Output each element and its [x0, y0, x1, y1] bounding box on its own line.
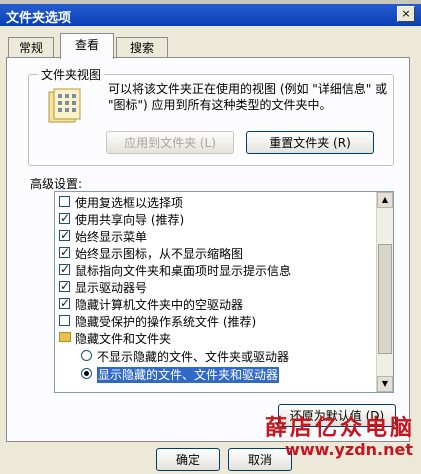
checkbox[interactable] — [59, 227, 70, 243]
watermark-url: www.yzdn.net — [285, 440, 413, 459]
scroll-down-button[interactable]: ▼ — [377, 376, 393, 392]
checkbox[interactable] — [59, 295, 70, 311]
list-item-label: 显示隐藏的文件、文件夹和驱动器 — [97, 367, 280, 383]
tab-general[interactable]: 常规 — [8, 37, 54, 58]
list-scrollbar[interactable]: ▲ ▼ — [376, 192, 393, 392]
folder-views-title: 文件夹视图 — [38, 66, 105, 83]
advanced-settings-list[interactable]: 使用复选框以选择项 使用共享向导 (推荐) 始终显示菜单 始终显示图标，从不显示… — [54, 191, 394, 393]
list-item-label: 隐藏受保护的操作系统文件 (推荐) — [75, 315, 257, 329]
list-item-label: 不显示隐藏的文件、文件夹或驱动器 — [97, 350, 290, 364]
list-item-label: 始终显示图标，从不显示缩略图 — [75, 247, 244, 261]
list-item-label: 隐藏文件和文件夹 — [75, 332, 172, 346]
advanced-settings-label: 高级设置: — [30, 177, 83, 191]
scroll-thumb[interactable] — [378, 244, 392, 354]
radio-button[interactable] — [81, 350, 92, 361]
watermark-text: 薛店亿众电脑 — [264, 415, 415, 441]
folder-views-description: 可以将该文件夹正在使用的视图 (例如 "详细信息" 或 "图标") 应用到所有这… — [108, 82, 388, 112]
ok-button[interactable]: 确定 — [156, 448, 220, 471]
title-bar: 文件夹选项 × — [0, 0, 421, 26]
list-item-label: 使用共享向导 (推荐) — [75, 213, 185, 227]
checkbox[interactable] — [59, 196, 70, 207]
reset-folders-button[interactable]: 重置文件夹 (R) — [246, 131, 374, 154]
checkbox[interactable] — [59, 210, 70, 226]
tab-view[interactable]: 查看 — [60, 33, 114, 59]
scroll-up-button[interactable]: ▲ — [377, 192, 393, 208]
list-item-label: 鼠标指向文件夹和桌面项时显示提示信息 — [75, 264, 292, 278]
window-title: 文件夹选项 — [6, 11, 72, 26]
list-item-label: 显示驱动器号 — [75, 281, 148, 295]
cancel-button[interactable]: 取消 — [228, 448, 292, 471]
folder-view-icon — [46, 88, 82, 124]
checkbox[interactable] — [59, 315, 70, 326]
title-bar-top-strip — [0, 0, 421, 4]
list-item-label: 隐藏计算机文件夹中的空驱动器 — [75, 298, 244, 312]
checkbox[interactable] — [59, 261, 70, 277]
radio-button[interactable] — [81, 368, 92, 379]
folder-icon — [59, 332, 71, 342]
apply-to-folders-button[interactable]: 应用到文件夹 (L) — [106, 131, 234, 154]
list-item-label: 始终显示菜单 — [75, 230, 148, 244]
close-button[interactable]: × — [397, 6, 415, 22]
checkbox[interactable] — [59, 278, 70, 294]
checkbox[interactable] — [59, 244, 70, 260]
list-item-label: 使用复选框以选择项 — [75, 196, 184, 210]
tab-search[interactable]: 搜索 — [116, 37, 168, 58]
